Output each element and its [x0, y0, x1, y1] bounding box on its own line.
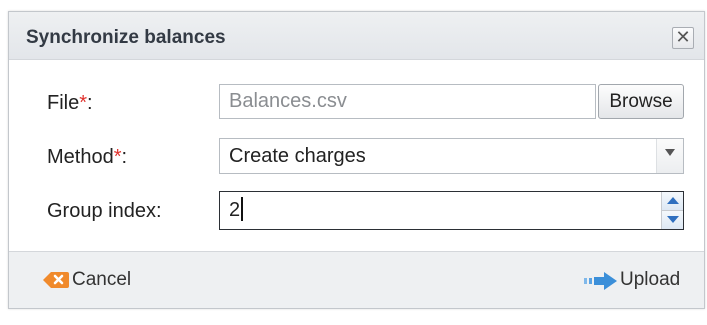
file-label: File*: [47, 92, 93, 115]
method-dropdown-trigger[interactable] [656, 139, 683, 173]
browse-button[interactable]: Browse [598, 84, 684, 119]
file-label-text: File [47, 92, 80, 114]
close-icon: ✕ [675, 27, 691, 47]
arrow-down-icon [667, 216, 679, 223]
method-label-text: Method [47, 146, 114, 168]
cancel-icon [43, 272, 69, 288]
file-field[interactable]: Balances.csv [219, 84, 596, 119]
chevron-down-icon [665, 149, 675, 156]
method-required-mark: * [113, 146, 122, 168]
group-index-spinner [661, 192, 683, 229]
upload-label: Upload [620, 269, 681, 290]
dialog-footer: Cancel Upload [9, 251, 704, 308]
method-label-suffix: : [121, 146, 128, 168]
spinner-up-button[interactable] [662, 192, 683, 211]
dialog-header: Synchronize balances ✕ [9, 12, 704, 60]
upload-arrow-icon [584, 272, 617, 290]
group-index-input[interactable]: 2 [219, 191, 684, 230]
group-index-label: Group index: [47, 200, 162, 222]
synchronize-balances-dialog: Synchronize balances ✕ File*: Balances.c… [8, 11, 705, 309]
upload-button[interactable]: Upload [584, 268, 694, 292]
method-label: Method*: [47, 146, 127, 169]
spinner-down-button[interactable] [662, 211, 683, 229]
cancel-label: Cancel [72, 269, 132, 290]
file-required-mark: * [79, 92, 88, 114]
group-index-value: 2 [229, 199, 241, 221]
file-label-suffix: : [87, 92, 93, 114]
close-button[interactable]: ✕ [672, 27, 694, 49]
arrow-up-icon [667, 197, 679, 204]
dialog-title: Synchronize balances [26, 27, 226, 48]
text-caret [241, 197, 244, 222]
method-select[interactable]: Create charges [219, 138, 684, 174]
method-selected-value: Create charges [229, 145, 366, 167]
